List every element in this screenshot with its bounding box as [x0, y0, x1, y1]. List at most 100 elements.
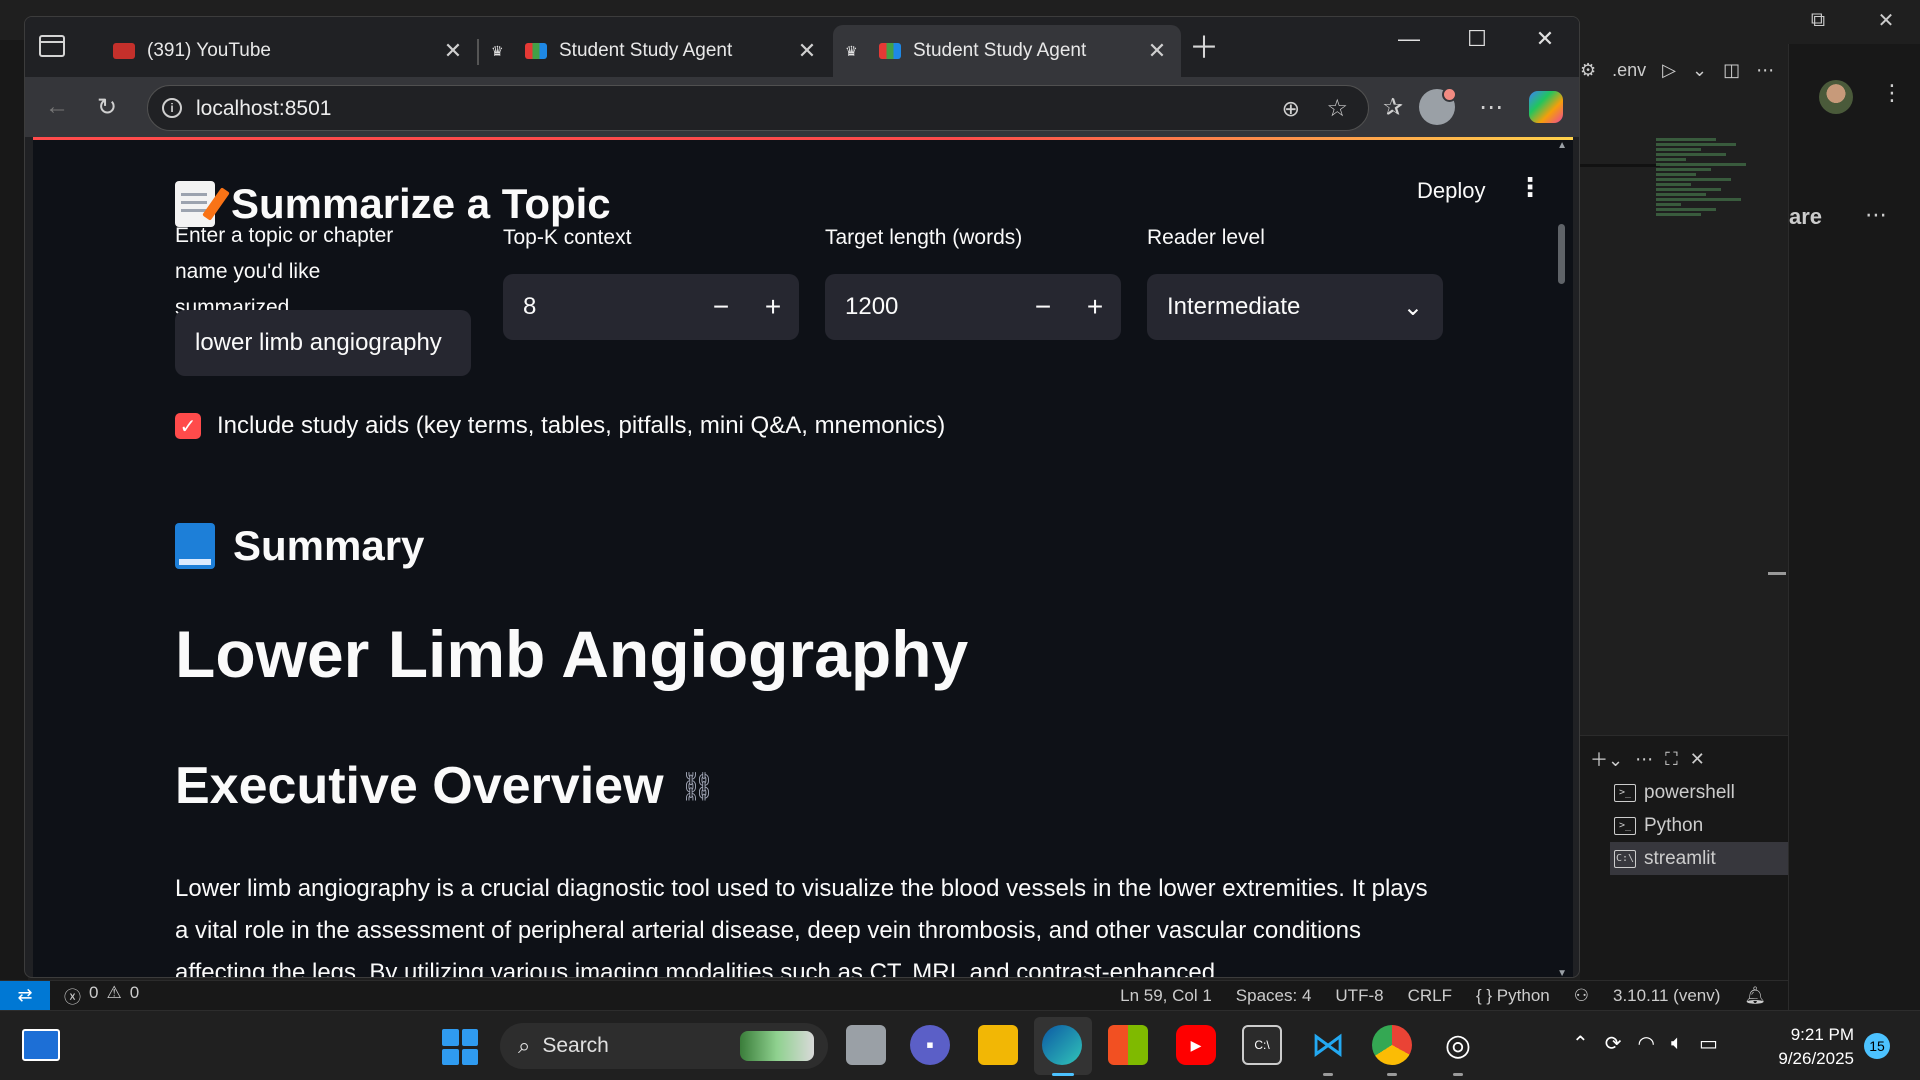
encoding[interactable]: UTF-8 — [1335, 986, 1383, 1006]
close-icon[interactable]: ✕ — [1852, 0, 1920, 40]
profile-avatar[interactable] — [1419, 87, 1457, 125]
address-bar[interactable]: i localhost:8501 ⊕ ☆ — [147, 85, 1369, 131]
terminal-icon: >_ — [1614, 816, 1636, 835]
clock[interactable]: 9:21 PM 9/26/2025 — [1770, 1023, 1854, 1071]
cursor-position[interactable]: Ln 59, Col 1 — [1120, 986, 1212, 1006]
vscode-app-icon[interactable]: ⋈ — [1308, 1025, 1348, 1065]
notification-badge[interactable]: 15 — [1864, 1033, 1890, 1059]
copilot-icon[interactable]: ⚇ — [1574, 986, 1589, 1006]
new-tab-plus-icon[interactable]: ＋ — [1189, 34, 1219, 64]
terminal-item-powershell[interactable]: >_ powershell — [1610, 776, 1788, 809]
close-tab-icon[interactable]: ✕ — [795, 38, 819, 64]
account-avatar[interactable] — [1819, 80, 1853, 114]
warning-count: 0 — [129, 983, 140, 1002]
copilot-icon[interactable] — [1529, 91, 1563, 123]
tab-label: Student Study Agent — [559, 40, 733, 61]
anchor-link-icon[interactable]: ⛓ — [680, 770, 716, 803]
minus-icon[interactable]: − — [1017, 274, 1069, 340]
favorite-star-icon[interactable]: ☆ — [1326, 94, 1348, 123]
task-view-icon[interactable] — [846, 1025, 886, 1065]
scroll-down-arrow-icon[interactable]: ▼ — [1557, 968, 1567, 977]
widgets-icon[interactable] — [22, 1029, 60, 1061]
youtube-app-icon[interactable]: ▶ — [1176, 1025, 1216, 1065]
deploy-button[interactable]: Deploy — [1417, 178, 1485, 204]
maximize-panel-icon[interactable]: ⛶ — [1665, 749, 1678, 770]
more-icon[interactable]: ⋯ — [1865, 202, 1887, 228]
indentation[interactable]: Spaces: 4 — [1236, 986, 1312, 1006]
close-icon[interactable]: ✕ — [1511, 17, 1579, 61]
tab-student-study-agent-1[interactable]: ♛ Student Study Agent ✕ — [479, 25, 831, 77]
edge-browser-icon[interactable] — [1042, 1025, 1082, 1065]
secondary-sidebar-title: are — [1789, 204, 1823, 229]
terminal-app-icon[interactable]: C:\ — [1242, 1025, 1282, 1065]
tab-student-study-agent-2[interactable]: ♛ Student Study Agent ✕ — [833, 25, 1181, 77]
microsoft-store-icon[interactable] — [1108, 1025, 1148, 1065]
close-tab-icon[interactable]: ✕ — [441, 38, 465, 64]
language-mode[interactable]: { } Python — [1476, 986, 1550, 1006]
topic-input[interactable]: lower limb angiography — [175, 310, 471, 376]
running-indicator — [1323, 1073, 1333, 1076]
terminal-item-streamlit[interactable]: C:\ streamlit — [1610, 842, 1788, 875]
minimize-icon[interactable]: — — [1375, 17, 1443, 61]
main-menu-icon[interactable]: ⋮ — [1517, 172, 1543, 203]
run-icon[interactable]: ▷ — [1662, 60, 1676, 81]
start-button[interactable] — [442, 1029, 478, 1065]
reload-icon[interactable]: ↻ — [91, 91, 123, 123]
length-value[interactable]: 1200 — [825, 293, 1017, 321]
tab-actions-icon[interactable] — [39, 35, 65, 57]
minus-icon[interactable]: − — [695, 274, 747, 340]
tab-youtube[interactable]: (391) YouTube ✕ — [101, 25, 477, 77]
minimap[interactable] — [1656, 136, 1756, 256]
volume-icon[interactable]: 🔈︎ — [1671, 1032, 1683, 1055]
app-favicon-icon — [525, 43, 547, 59]
more-menu-icon[interactable]: ⋯ — [1475, 91, 1507, 123]
plus-icon[interactable]: + — [1069, 274, 1121, 340]
statusbar-right-items: Ln 59, Col 1 Spaces: 4 UTF-8 CRLF { } Py… — [1120, 986, 1766, 1006]
study-aids-checkbox[interactable]: ✓ — [175, 413, 201, 439]
back-arrow-icon[interactable]: ← — [41, 91, 73, 123]
editor-scrollbar[interactable] — [1768, 572, 1786, 575]
more-icon[interactable]: ⋮ — [1881, 80, 1903, 106]
battery-icon[interactable]: ▭ — [1699, 1031, 1718, 1056]
topk-value[interactable]: 8 — [503, 293, 695, 321]
plus-icon[interactable]: + — [747, 274, 799, 340]
chevron-up-icon[interactable]: ⌃ — [1572, 1031, 1589, 1056]
study-aids-checkbox-row[interactable]: ✓ Include study aids (key terms, tables,… — [175, 412, 945, 440]
restore-icon[interactable]: ⧉ — [1784, 0, 1852, 40]
url-text[interactable]: localhost:8501 — [196, 97, 331, 121]
more-icon[interactable]: ⋯ — [1635, 749, 1653, 770]
chrome-app-icon[interactable] — [1372, 1025, 1412, 1065]
plus-icon[interactable]: ＋⌄ — [1590, 746, 1623, 772]
chevron-down-icon[interactable]: ⌄ — [1692, 60, 1707, 81]
close-tab-icon[interactable]: ✕ — [1145, 38, 1169, 64]
remote-indicator-icon[interactable]: ⇄ — [0, 980, 50, 1011]
teams-chat-icon[interactable]: ▪ — [910, 1025, 950, 1065]
zoom-icon[interactable]: ⊕ — [1282, 96, 1300, 122]
browser-window-controls: — ☐ ✕ — [1375, 17, 1579, 61]
app-favicon-icon — [879, 43, 901, 59]
windows-taskbar: ⌕ Search ▪ ▶ C:\ ⋈ ◎ ⌃ ⟳ ◠ 🔈︎ ▭ 9:21 PM … — [0, 1010, 1920, 1080]
terminal-item-python[interactable]: >_ Python — [1610, 809, 1788, 842]
taskbar-search[interactable]: ⌕ Search — [500, 1023, 828, 1069]
gear-icon[interactable]: ⚙ — [1580, 60, 1596, 81]
section-heading: Executive Overview ⛓ — [175, 756, 715, 816]
reader-level-select[interactable]: Intermediate ⌄ — [1147, 274, 1443, 340]
bell-icon[interactable]: 🔔︎ — [1744, 986, 1766, 1006]
close-icon[interactable]: ✕ — [1690, 749, 1705, 770]
file-explorer-icon[interactable] — [978, 1025, 1018, 1065]
python-interpreter[interactable]: 3.10.11 (venv) — [1613, 986, 1720, 1006]
site-info-icon[interactable]: i — [162, 98, 182, 118]
env-tab-label[interactable]: .env — [1612, 60, 1646, 81]
favorites-icon[interactable]: ✰ — [1377, 91, 1409, 123]
steam-like-app-icon[interactable]: ◎ — [1438, 1025, 1478, 1065]
wifi-icon[interactable]: ◠ — [1638, 1031, 1655, 1056]
maximize-icon[interactable]: ☐ — [1443, 17, 1511, 61]
problems-indicator[interactable]: ⓧ 0 ⚠ 0 — [64, 983, 139, 1008]
end-of-line[interactable]: CRLF — [1408, 986, 1452, 1006]
sync-icon[interactable]: ⟳ — [1605, 1031, 1622, 1056]
scroll-up-arrow-icon[interactable]: ▲ — [1557, 140, 1567, 151]
more-icon[interactable]: ⋯ — [1756, 60, 1774, 81]
page-scrollbar-thumb[interactable] — [1558, 224, 1565, 284]
split-editor-icon[interactable]: ◫ — [1723, 60, 1740, 81]
streamlit-crown-icon: ♛ — [845, 42, 858, 59]
